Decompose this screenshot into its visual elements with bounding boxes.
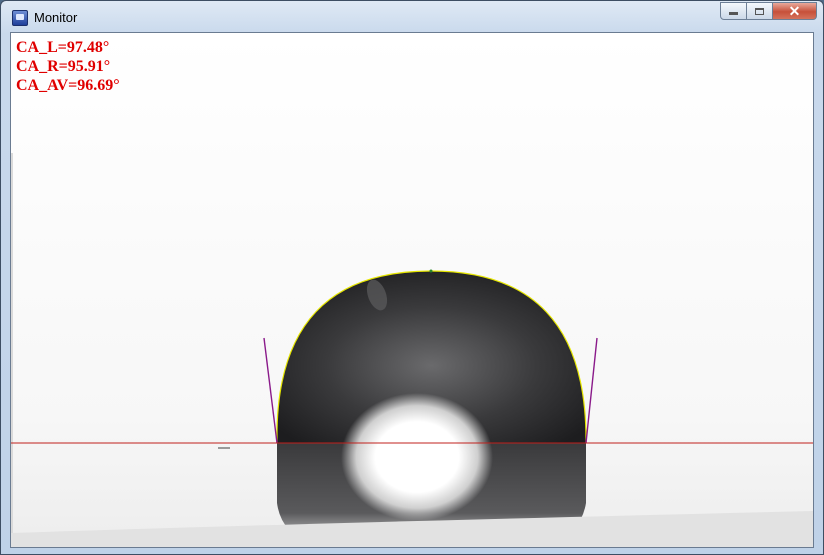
maximize-icon bbox=[755, 7, 764, 15]
droplet-highlight bbox=[341, 393, 493, 521]
app-monitor-icon[interactable] bbox=[12, 10, 28, 26]
close-button[interactable]: ✕ bbox=[773, 2, 817, 20]
camera-view: CA_L=97.48° CA_R=95.91° CA_AV=96.69° bbox=[10, 32, 814, 548]
close-icon: ✕ bbox=[788, 2, 801, 19]
maximize-button[interactable] bbox=[747, 2, 773, 20]
left-edge-shade bbox=[11, 153, 13, 547]
contact-angle-left: CA_L=97.48° bbox=[16, 39, 110, 56]
contact-angle-right: CA_R=95.91° bbox=[16, 58, 111, 75]
scale-marker bbox=[218, 447, 230, 449]
contact-angle-readouts: CA_L=97.48° CA_R=95.91° CA_AV=96.69° bbox=[16, 38, 120, 95]
minimize-icon bbox=[729, 12, 738, 15]
window-controls: ✕ bbox=[720, 2, 817, 22]
window-title: Monitor bbox=[34, 10, 78, 25]
minimize-button[interactable] bbox=[720, 2, 747, 20]
droplet-image bbox=[11, 33, 813, 547]
monitor-window: Monitor ✕ CA_L=97.48° CA_R=95.91° CA_AV=… bbox=[0, 0, 824, 555]
contact-angle-average: CA_AV=96.69° bbox=[16, 77, 120, 94]
apex-marker bbox=[429, 269, 433, 273]
title-bar[interactable]: Monitor ✕ bbox=[1, 1, 823, 33]
